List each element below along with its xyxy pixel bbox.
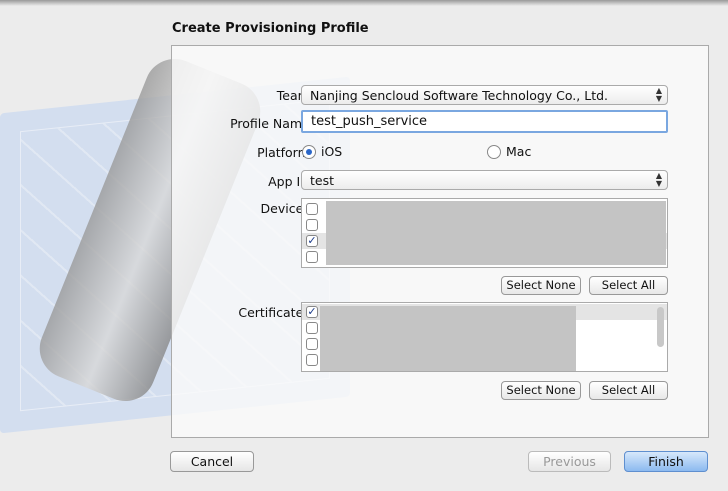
certificates-list: ✓ [301, 302, 668, 372]
previous-button[interactable]: Previous [528, 451, 611, 472]
finish-button[interactable]: Finish [624, 451, 708, 472]
ios-label: iOS [321, 144, 343, 159]
window-shadow [0, 0, 728, 6]
radio-icon [487, 144, 501, 159]
checkbox-checked[interactable]: ✓ [306, 235, 318, 247]
updown-arrows-icon: ▲ ▼ [655, 171, 662, 188]
checkbox[interactable] [306, 219, 318, 231]
updown-arrows-icon: ▲ ▼ [655, 86, 662, 103]
redacted-certificates [320, 306, 576, 371]
devices-select-all-button[interactable]: Select All [589, 276, 668, 295]
profile-name-input[interactable]: test_push_service [301, 110, 668, 133]
devices-select-none-button[interactable]: Select None [501, 276, 581, 295]
checkbox[interactable] [306, 322, 318, 334]
team-select[interactable]: Nanjing Sencloud Software Technology Co.… [301, 85, 668, 105]
scrollbar[interactable] [657, 307, 664, 347]
platform-radio-ios[interactable]: iOS [302, 144, 342, 159]
dialog-title: Create Provisioning Profile [172, 21, 369, 36]
devices-list: ✓ [301, 198, 668, 268]
redacted-devices [326, 201, 666, 265]
app-id-select[interactable]: test ▲ ▼ [301, 170, 668, 190]
cancel-button[interactable]: Cancel [170, 451, 254, 472]
checkbox[interactable] [306, 338, 318, 350]
checkbox[interactable] [306, 354, 318, 366]
platform-radio-mac[interactable]: Mac [487, 144, 531, 159]
mac-label: Mac [506, 144, 532, 159]
checkbox-checked[interactable]: ✓ [306, 306, 318, 318]
team-value: Nanjing Sencloud Software Technology Co.… [310, 88, 608, 103]
checkbox[interactable] [306, 203, 318, 215]
app-id-value: test [310, 173, 335, 188]
certificates-select-all-button[interactable]: Select All [589, 381, 668, 400]
radio-selected-icon [302, 144, 316, 159]
certificates-select-none-button[interactable]: Select None [501, 381, 581, 400]
checkbox[interactable] [306, 251, 318, 263]
